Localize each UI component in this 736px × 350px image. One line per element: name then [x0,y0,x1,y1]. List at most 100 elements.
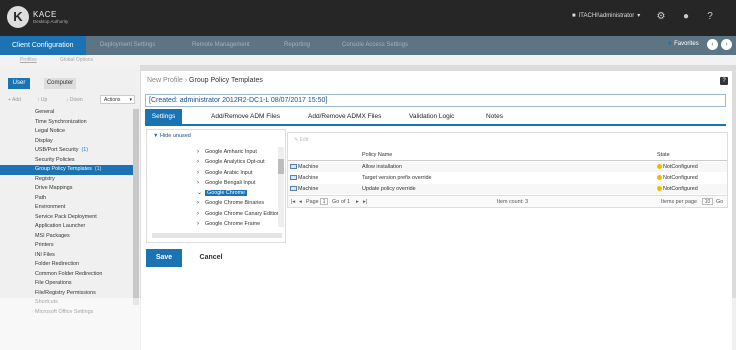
tree-node[interactable]: › Google Amharic Input [197,147,281,157]
sidebar-item[interactable]: Service Pack Deployment [0,213,133,223]
sidebar-item[interactable]: Registry [0,175,133,185]
page-input[interactable]: 1 [320,198,328,205]
sidebar-item[interactable]: Legal Notice [0,127,133,137]
sidebar-item[interactable]: Common Folder Redirection [0,270,133,280]
tab-reporting[interactable]: Reporting [284,36,310,55]
items-per-page-label: Items per page [661,199,697,205]
tab-remote-management[interactable]: Remote Management [192,36,250,55]
sidebar-item[interactable]: File/Registry Permissions [0,289,133,299]
sidebar-item[interactable]: INI Files [0,251,133,261]
tree-node[interactable]: › Google Chrome Binaries [197,198,281,208]
subtab-profiles[interactable]: Profiles [20,57,37,63]
last-page-icon[interactable]: ▸| [363,199,367,205]
sidebar-item[interactable]: General [0,108,133,118]
sidebar-item[interactable]: Path [0,194,133,204]
row-state: NotConfigured [663,164,698,170]
breadcrumb-parent[interactable]: New Profile [147,77,183,84]
sidebar-item[interactable]: USB/Port Security (1) [0,146,133,156]
sidebar-scrollbar[interactable] [133,109,139,305]
computer-icon [290,164,297,170]
tree-vertical-scrollbar[interactable] [278,147,284,227]
sidebar-item[interactable]: Group Policy Templates (1) [0,165,133,175]
sub-nav: Profiles Global Options [0,55,736,65]
sidebar-item-label: Legal Notice [35,128,65,134]
tab-notes[interactable]: Notes [486,109,503,125]
help-icon[interactable]: ? [720,77,728,85]
first-page-icon[interactable]: |◂ [291,199,295,205]
tree-node[interactable]: ⌄ Google Chrome [197,188,281,198]
down-button[interactable]: ↓ Down [66,97,83,103]
edit-button[interactable]: ✎ Edit [294,137,308,143]
computer-toggle-button[interactable]: Computer [44,78,76,89]
chevron-down-icon[interactable]: ⌄ [197,188,205,198]
sidebar-item[interactable]: File Operations [0,279,133,289]
filter-icon: ▼ [153,133,159,139]
add-button[interactable]: + Add [8,97,21,103]
table-row[interactable]: Machine Update policy override NotConfigur… [288,184,727,194]
hide-unused-filter[interactable]: ▼ Hide unused [153,133,191,139]
sidebar-item[interactable]: Display [0,137,133,147]
grid-header: Policy Name State [288,150,727,161]
chevron-right-icon[interactable]: › [197,178,205,188]
tree-node[interactable]: › Google Chrome Frame [197,219,281,229]
up-button[interactable]: ↑ Up [37,97,47,103]
computer-icon [290,186,297,192]
tab-settings[interactable]: Settings [145,109,182,125]
save-button[interactable]: Save [146,249,182,267]
chevron-down-icon: ▾ [637,13,641,19]
chevron-right-icon[interactable]: › [197,168,205,178]
column-state[interactable]: State [657,152,670,158]
tree-node[interactable]: › Google Chrome Canary Edition [197,209,281,219]
table-row[interactable]: Machine Target version prefix override Not… [288,173,727,183]
tree-horizontal-scrollbar[interactable] [152,233,282,238]
sidebar-item[interactable]: Folder Redirection [0,260,133,270]
row-state-cell: NotConfigured [657,173,698,183]
tree-node[interactable]: › Google Arabic Input [197,168,281,178]
tab-client-configuration[interactable]: Client Configuration [0,36,86,55]
favorites-link[interactable]: ★ Favorites [667,40,699,47]
gear-icon[interactable]: ⚙ [654,10,668,24]
tab-deployment-settings[interactable]: Deployment Settings [100,36,155,55]
actions-dropdown[interactable]: Actions ▾ [100,95,135,104]
tree-node[interactable]: › Google Analytics Opt-out [197,157,281,167]
sidebar-item-label: General [35,109,55,115]
chevron-right-icon[interactable]: › [197,209,205,219]
sidebar-item[interactable]: Environment [0,203,133,213]
tree-node[interactable]: › Google Bengali Input [197,178,281,188]
tree-scroll-thumb[interactable] [278,159,284,174]
row-type-cell: Machine [290,184,318,194]
items-per-page-input[interactable]: 10 [702,198,713,205]
items-per-page-go-button[interactable]: Go [716,199,723,205]
column-policy-name[interactable]: Policy Name [362,152,392,158]
tab-validation-logic[interactable]: Validation Logic [409,109,454,125]
chevron-right-icon[interactable]: › [197,219,205,229]
chevron-right-icon[interactable]: › [197,198,205,208]
sidebar-item[interactable]: Security Policies [0,156,133,166]
back-icon[interactable]: ‹ [707,39,718,50]
forward-icon[interactable]: › [721,39,732,50]
tab-add-remove-adm[interactable]: Add/Remove ADM Files [211,109,280,125]
sidebar-item[interactable]: Application Launcher [0,222,133,232]
sidebar-toolbar: + Add ↑ Up ↓ Down Actions ▾ [0,94,140,106]
row-state-cell: NotConfigured [657,184,698,194]
chevron-right-icon[interactable]: › [197,157,205,167]
prev-page-icon[interactable]: ◂ [299,199,302,205]
sidebar-item[interactable]: Shortcuts [0,298,133,308]
user-menu[interactable]: ■ ITACHI\administrator ▾ [572,12,641,20]
sidebar-item[interactable]: Microsoft Office Settings [0,308,133,318]
tab-console-access-settings[interactable]: Console Access Settings [342,36,408,55]
sidebar-item[interactable]: MSI Packages [0,232,133,242]
table-row[interactable]: Machine Allow installation NotConfigured [288,162,727,172]
cancel-button[interactable]: Cancel [193,249,229,267]
next-page-icon[interactable]: ▸ [356,199,359,205]
help-icon[interactable]: ? [703,10,717,24]
tab-add-remove-admx[interactable]: Add/Remove ADMX Files [308,109,381,125]
subtab-global-options[interactable]: Global Options [60,57,93,63]
user-toggle-button[interactable]: User [8,78,30,89]
sidebar-item[interactable]: Printers [0,241,133,251]
sidebar-item[interactable]: Time Synchronization [0,118,133,128]
chevron-right-icon[interactable]: › [197,147,205,157]
sidebar-item[interactable]: Drive Mappings [0,184,133,194]
globe-icon[interactable]: ● [679,10,693,24]
page-go-button[interactable]: Go [332,199,339,205]
